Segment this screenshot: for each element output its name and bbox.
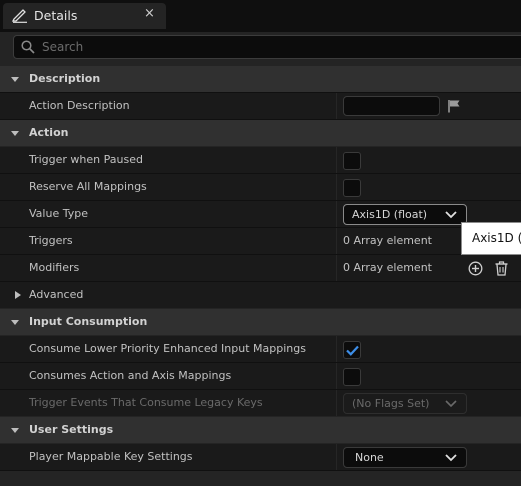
row-separator [0, 119, 521, 120]
trigger-events-legacy-dropdown: (No Flags Set) [343, 393, 467, 414]
category-description[interactable]: Description [0, 66, 521, 92]
search-box[interactable] [13, 35, 521, 59]
property-row-value-type: Value Type Axis1D (float) [0, 201, 521, 227]
search-input[interactable] [42, 38, 502, 56]
category-label: Advanced [29, 288, 84, 301]
property-row-player-mappable: Player Mappable Key Settings None [0, 444, 521, 470]
column-divider[interactable] [336, 336, 337, 362]
property-label: Modifiers [29, 261, 80, 274]
dropdown-value: None [355, 451, 384, 464]
property-row-action-description: Action Description [0, 93, 521, 119]
property-row-consume-lower-priority: Consume Lower Priority Enhanced Input Ma… [0, 336, 521, 362]
category-advanced[interactable]: Advanced [0, 282, 521, 308]
value-type-tooltip: Axis1D (float) [461, 222, 521, 255]
tab-bar: Details × [0, 0, 521, 32]
triggers-array-count: 0 Array element [343, 234, 432, 247]
details-tab[interactable]: Details × [3, 3, 166, 29]
add-icon[interactable] [468, 261, 483, 276]
property-label: Value Type [29, 207, 88, 220]
details-icon [12, 9, 27, 23]
column-divider[interactable] [336, 201, 337, 227]
property-label: Action Description [29, 99, 130, 112]
tooltip-text: Axis1D (float) [472, 231, 521, 245]
player-mappable-dropdown[interactable]: None [343, 447, 467, 468]
property-label: Triggers [29, 234, 73, 247]
category-label: Input Consumption [29, 315, 148, 328]
consumes-action-axis-checkbox[interactable] [343, 368, 361, 386]
action-description-input[interactable] [343, 96, 440, 116]
chevron-down-icon [445, 454, 457, 462]
property-row-modifiers: Modifiers 0 Array element [0, 255, 521, 281]
row-separator [0, 389, 521, 390]
category-label: Action [29, 126, 69, 139]
category-input-consumption[interactable]: Input Consumption [0, 309, 521, 335]
row-separator [0, 281, 521, 282]
column-divider[interactable] [336, 390, 337, 416]
property-row-reserve-all-mappings: Reserve All Mappings [0, 174, 521, 200]
row-separator [0, 200, 521, 201]
category-label: User Settings [29, 423, 114, 436]
column-divider[interactable] [336, 444, 337, 470]
category-user-settings[interactable]: User Settings [0, 417, 521, 443]
checkmark-icon [346, 345, 359, 356]
modifiers-array-count: 0 Array element [343, 261, 432, 274]
chevron-down-icon [11, 77, 19, 82]
dropdown-value: Axis1D (float) [352, 208, 428, 221]
column-divider[interactable] [336, 255, 337, 281]
consume-lower-priority-checkbox[interactable] [343, 341, 361, 359]
chevron-down-icon [11, 131, 19, 136]
search-icon [21, 40, 35, 54]
trigger-when-paused-checkbox[interactable] [343, 152, 361, 170]
column-divider[interactable] [336, 93, 337, 119]
reserve-all-mappings-checkbox[interactable] [343, 179, 361, 197]
row-separator [0, 92, 521, 93]
details-panel: Description Action Description Action Tr… [0, 32, 521, 486]
value-type-dropdown[interactable]: Axis1D (float) [343, 204, 467, 225]
chevron-down-icon [445, 211, 457, 219]
chevron-down-icon [11, 428, 19, 433]
dropdown-value: (No Flags Set) [352, 397, 430, 410]
chevron-down-icon [11, 320, 19, 325]
property-label: Consume Lower Priority Enhanced Input Ma… [29, 342, 306, 355]
column-divider[interactable] [336, 363, 337, 389]
trash-icon[interactable] [495, 261, 508, 276]
property-row-triggers: Triggers 0 Array element [0, 228, 521, 254]
chevron-down-icon [445, 400, 457, 408]
property-row-trigger-when-paused: Trigger when Paused [0, 147, 521, 173]
property-row-trigger-events-legacy: Trigger Events That Consume Legacy Keys … [0, 390, 521, 416]
property-row-consumes-action-axis: Consumes Action and Axis Mappings [0, 363, 521, 389]
flag-icon[interactable] [447, 99, 461, 113]
chevron-right-icon [15, 291, 21, 299]
row-separator [0, 227, 521, 228]
property-label: Reserve All Mappings [29, 180, 147, 193]
column-divider[interactable] [336, 147, 337, 173]
property-label: Trigger when Paused [29, 153, 143, 166]
row-separator [0, 362, 521, 363]
property-label: Player Mappable Key Settings [29, 450, 193, 463]
tab-title: Details [34, 8, 78, 23]
category-label: Description [29, 72, 101, 85]
category-action[interactable]: Action [0, 120, 521, 146]
row-separator [0, 173, 521, 174]
row-separator [0, 254, 521, 255]
row-separator [0, 470, 521, 471]
column-divider[interactable] [336, 174, 337, 200]
property-label: Consumes Action and Axis Mappings [29, 369, 232, 382]
column-divider[interactable] [336, 228, 337, 254]
close-icon[interactable]: × [144, 6, 155, 21]
property-label: Trigger Events That Consume Legacy Keys [29, 396, 263, 409]
